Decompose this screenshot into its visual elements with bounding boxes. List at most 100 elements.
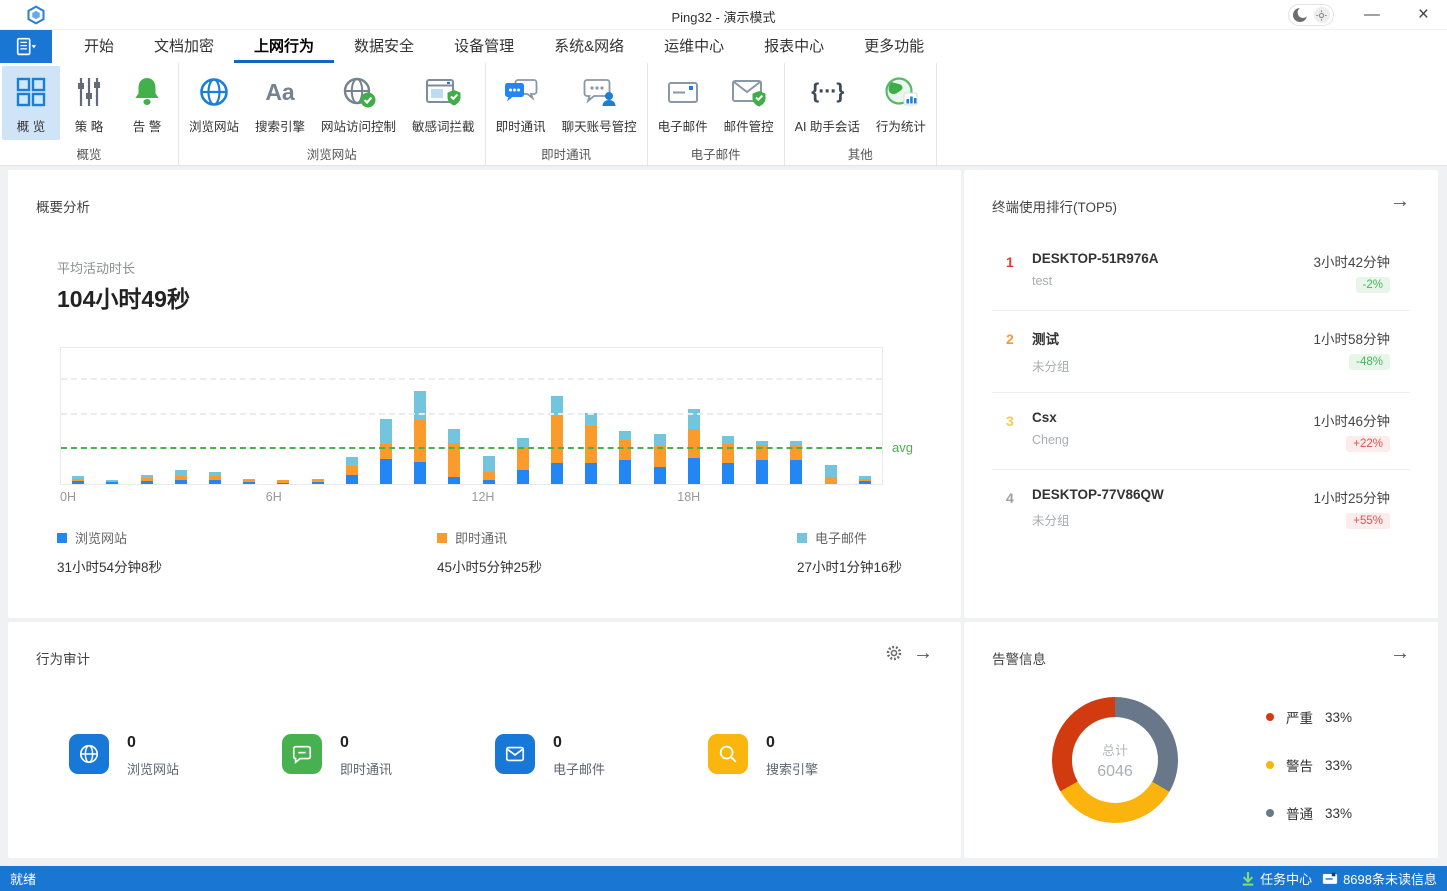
- bar-segment: [551, 415, 563, 463]
- light-mode-icon[interactable]: [1314, 7, 1330, 23]
- ribbon-button-label: 告 警: [133, 116, 161, 135]
- legend-value: 31小时54分钟8秒: [57, 556, 162, 576]
- theme-toggle[interactable]: [1288, 4, 1334, 26]
- globe-icon: [69, 734, 109, 774]
- legend-item-warning: 警告 33%: [1266, 756, 1352, 774]
- terminal-name: Csx: [1032, 410, 1313, 425]
- bar-segment: [483, 480, 495, 484]
- x-tick: 18H: [677, 490, 700, 504]
- ribbon-button-alerts[interactable]: 告 警: [118, 66, 176, 140]
- ribbon-button-sensitive-word-block[interactable]: 敏感词拦截: [404, 66, 483, 140]
- bar-slot-hour-20: [745, 348, 779, 484]
- stat-search[interactable]: 0 搜索引擎: [708, 734, 921, 778]
- legend-pct: 33%: [1325, 758, 1352, 773]
- list-item[interactable]: 4 DESKTOP-77V86QW 未分组 1小时25分钟 +55%: [992, 469, 1410, 546]
- tab-doc-encryption[interactable]: 文档加密: [134, 30, 234, 63]
- ribbon-button-chat-account-control[interactable]: 聊天账号管控: [554, 66, 645, 140]
- bar-slot-hour-15: [574, 348, 608, 484]
- ribbon-button-instant-messaging[interactable]: 即时通讯: [488, 66, 554, 140]
- ribbon-group-label: 其他: [787, 140, 934, 169]
- bar-slot-hour-21: [779, 348, 813, 484]
- globe-check-icon: [341, 72, 377, 112]
- ribbon-button-search-engine[interactable]: Aa 搜索引擎: [247, 66, 313, 140]
- top5-list: 1 DESKTOP-51R976A test 3小时42分钟 -2% 2 测试 …: [992, 234, 1410, 546]
- ribbon-button-website-access-control[interactable]: 网站访问控制: [313, 66, 404, 140]
- tab-internet-behavior[interactable]: 上网行为: [234, 30, 334, 63]
- stat-im[interactable]: 0 即时通讯: [282, 734, 495, 778]
- stat-email[interactable]: 0 电子邮件: [495, 734, 708, 778]
- tab-device-management[interactable]: 设备管理: [434, 30, 534, 63]
- bar-segment: [414, 391, 426, 420]
- minimize-button[interactable]: —: [1356, 0, 1388, 30]
- title-bar: Ping32 - 演示模式 — ×: [0, 0, 1447, 30]
- tab-start[interactable]: 开始: [64, 30, 134, 63]
- ribbon-button-browse-websites[interactable]: 浏览网站: [181, 66, 247, 140]
- stat-label: 浏览网站: [127, 759, 179, 778]
- rank-number: 1: [1006, 251, 1032, 270]
- ribbon-button-overview[interactable]: 概 览: [2, 66, 60, 140]
- message-icon: [1322, 872, 1338, 885]
- bar-segment: [483, 456, 495, 472]
- dark-mode-icon[interactable]: [1292, 7, 1308, 23]
- bar-segment: [380, 419, 392, 444]
- list-item[interactable]: 2 测试 未分组 1小时58分钟 -48%: [992, 310, 1410, 392]
- bar-slot-hour-6: [266, 348, 300, 484]
- gear-icon[interactable]: [885, 644, 903, 668]
- bar-segment: [654, 434, 666, 446]
- bar-segment: [346, 475, 358, 484]
- bar-segment: [688, 458, 700, 484]
- rank-number: 3: [1006, 410, 1032, 429]
- task-center-button[interactable]: 任务中心: [1241, 869, 1312, 888]
- ribbon-button-label: 邮件管控: [724, 116, 774, 135]
- list-item[interactable]: 3 Csx Cheng 1小时46分钟 +22%: [992, 392, 1410, 469]
- gridline: [61, 378, 882, 380]
- arrow-right-icon[interactable]: →: [1390, 190, 1410, 213]
- ribbon-button-policy[interactable]: 策 略: [60, 66, 118, 140]
- activity-bars: [61, 348, 882, 484]
- bar-segment: [312, 482, 324, 484]
- donut-center: 总计 6046: [1072, 717, 1158, 803]
- bar-segment: [175, 480, 187, 484]
- alert-info-panel: 告警信息 → 总计 6046 严重 33% 警告 33% 普通 33%: [964, 622, 1438, 858]
- legend-item-email: 电子邮件 27小时1分钟16秒: [797, 528, 902, 576]
- ribbon-button-behavior-statistics[interactable]: 行为统计: [868, 66, 934, 140]
- tab-data-security[interactable]: 数据安全: [334, 30, 434, 63]
- bar-segment: [380, 459, 392, 484]
- tab-system-network[interactable]: 系统&网络: [534, 30, 644, 63]
- legend-name: 浏览网站: [75, 528, 127, 547]
- arrow-right-icon[interactable]: →: [913, 642, 933, 665]
- mail-shield-icon: [730, 72, 768, 112]
- window-shield-icon: [424, 72, 462, 112]
- stat-web[interactable]: 0 浏览网站: [69, 734, 282, 778]
- ribbon-button-label: 电子邮件: [658, 116, 708, 135]
- ribbon-button-mail-control[interactable]: 邮件管控: [716, 66, 782, 140]
- bar-segment: [517, 448, 529, 470]
- bar-segment: [414, 462, 426, 484]
- ribbon-button-label: 行为统计: [876, 116, 926, 135]
- main-menu-button[interactable]: [0, 30, 52, 63]
- arrow-right-icon[interactable]: →: [1390, 642, 1410, 665]
- legend-pct: 33%: [1325, 806, 1352, 821]
- ribbon-button-ai-assistant-session[interactable]: {···} AI 助手会话: [787, 66, 868, 140]
- tab-ops-center[interactable]: 运维中心: [644, 30, 744, 63]
- unread-messages-button[interactable]: 8698条未读信息: [1322, 869, 1437, 888]
- stat-label: 搜索引擎: [766, 759, 818, 778]
- avg-line-label: avg: [892, 440, 913, 455]
- legend-dot: [1266, 809, 1274, 817]
- bar-segment: [722, 436, 734, 444]
- ribbon-group-other: {···} AI 助手会话 行为统计 其他: [785, 63, 937, 165]
- usage-duration: 1小时46分钟: [1313, 410, 1390, 430]
- bar-slot-hour-12: [471, 348, 505, 484]
- ribbon-group-overview: 概 览 策 略: [0, 63, 179, 165]
- legend-name: 即时通讯: [455, 528, 507, 547]
- bar-segment: [654, 467, 666, 484]
- ribbon-button-email[interactable]: 电子邮件: [650, 66, 716, 140]
- tab-more-features[interactable]: 更多功能: [844, 30, 944, 63]
- bar-segment: [141, 481, 153, 484]
- tab-report-center[interactable]: 报表中心: [744, 30, 844, 63]
- list-item[interactable]: 1 DESKTOP-51R976A test 3小时42分钟 -2%: [992, 234, 1410, 310]
- trend-badge: -2%: [1356, 277, 1390, 293]
- chat-icon: [503, 72, 539, 112]
- close-button[interactable]: ×: [1410, 0, 1437, 30]
- bar-segment: [756, 460, 768, 484]
